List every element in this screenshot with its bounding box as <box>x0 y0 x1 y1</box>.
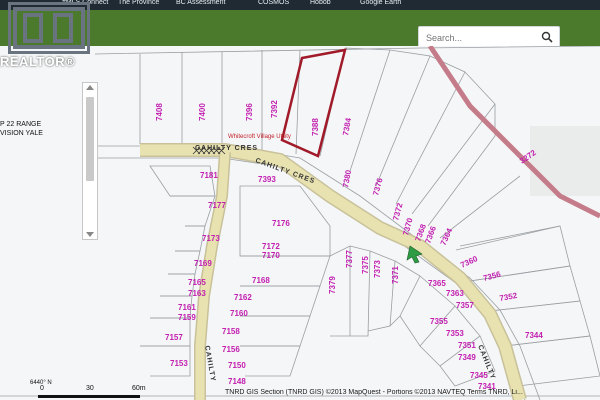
lot-7375: 7375 <box>361 256 370 274</box>
lot-7388: 7388 <box>311 118 320 136</box>
lot-7344: 7344 <box>525 331 543 340</box>
lot-7162: 7162 <box>234 293 252 302</box>
lot-7363: 7363 <box>446 289 464 298</box>
bookmark-bc-assessment[interactable]: BC Assessment <box>176 0 225 10</box>
lot-7150: 7150 <box>228 361 246 370</box>
lot-7181: 7181 <box>200 171 218 180</box>
lot-7379: 7379 <box>328 276 337 294</box>
map-attribution[interactable]: TNRD GIS Section (TNRD GIS) ©2013 MapQue… <box>225 389 600 400</box>
lot-7173: 7173 <box>202 234 220 243</box>
lot-7161: 7161 <box>178 303 196 312</box>
scroll-down-icon[interactable] <box>86 232 94 237</box>
lot-7165: 7165 <box>188 278 206 287</box>
bookmark-cosmos[interactable]: COSMOS <box>258 0 289 10</box>
lot-7400: 7400 <box>198 103 207 121</box>
lot-7148: 7148 <box>228 377 246 386</box>
lot-7163: 7163 <box>188 289 206 298</box>
lot-7160: 7160 <box>230 309 248 318</box>
lot-7357: 7357 <box>456 301 474 310</box>
lot-7169: 7169 <box>194 259 212 268</box>
lot-7156: 7156 <box>222 345 240 354</box>
bookmark-google-earth[interactable]: Google Earth <box>360 0 401 10</box>
bookmark-the-province[interactable]: The Province <box>118 0 159 10</box>
bookmark-hobob[interactable]: Hobob <box>310 0 331 10</box>
lot-7176: 7176 <box>272 219 290 228</box>
lot-7345: 7345 <box>470 371 488 380</box>
lot-7168: 7168 <box>252 276 270 285</box>
legend-line-1: P 22 RANGE <box>0 121 42 128</box>
lot-7396: 7396 <box>245 103 254 121</box>
lot-7373: 7373 <box>373 260 382 278</box>
lot-7177: 7177 <box>208 201 226 210</box>
lot-7158: 7158 <box>222 327 240 336</box>
scale-tick-0: 0 <box>40 385 44 392</box>
coordinate-readout: 6440° N <box>30 380 52 386</box>
search-box[interactable] <box>418 26 560 48</box>
lot-7349: 7349 <box>458 353 476 362</box>
realtor-watermark: REALTOR® <box>0 0 95 74</box>
search-input[interactable] <box>424 30 546 46</box>
lot-7351: 7351 <box>458 341 476 350</box>
scale-bar-line <box>38 395 140 398</box>
lot-7153: 7153 <box>170 359 188 368</box>
lot-7159: 7159 <box>178 313 196 322</box>
lot-7365: 7365 <box>428 279 446 288</box>
utility-label: Whitecroft Village Utility <box>228 134 291 140</box>
lot-7353: 7353 <box>446 329 464 338</box>
legend-line-2: VISION YALE <box>0 130 43 137</box>
realtor-logo-icon <box>8 2 90 54</box>
scroll-up-icon[interactable] <box>86 85 94 90</box>
lot-7393: 7393 <box>258 175 276 184</box>
lot-7377: 7377 <box>345 250 354 268</box>
legend-scrollbar[interactable] <box>82 82 98 240</box>
screen: #MLS Connect The Province BC Assessment … <box>0 0 600 400</box>
lot-7408: 7408 <box>155 103 164 121</box>
lot-7355: 7355 <box>430 317 448 326</box>
scale-bar: 0 30 60m <box>30 385 170 400</box>
scroll-thumb[interactable] <box>86 97 94 181</box>
search-icon[interactable] <box>541 31 553 43</box>
lot-7172: 7172 <box>262 242 280 251</box>
lot-7392: 7392 <box>270 100 279 118</box>
lot-7371: 7371 <box>391 266 400 284</box>
lot-7157: 7157 <box>165 333 183 342</box>
scale-tick-30: 30 <box>86 385 94 392</box>
legend-panel: P 22 RANGE VISION YALE <box>0 120 46 138</box>
lot-7170: 7170 <box>262 251 280 260</box>
realtor-brand-text: REALTOR® <box>0 54 76 69</box>
scale-tick-60: 60m <box>132 385 146 392</box>
